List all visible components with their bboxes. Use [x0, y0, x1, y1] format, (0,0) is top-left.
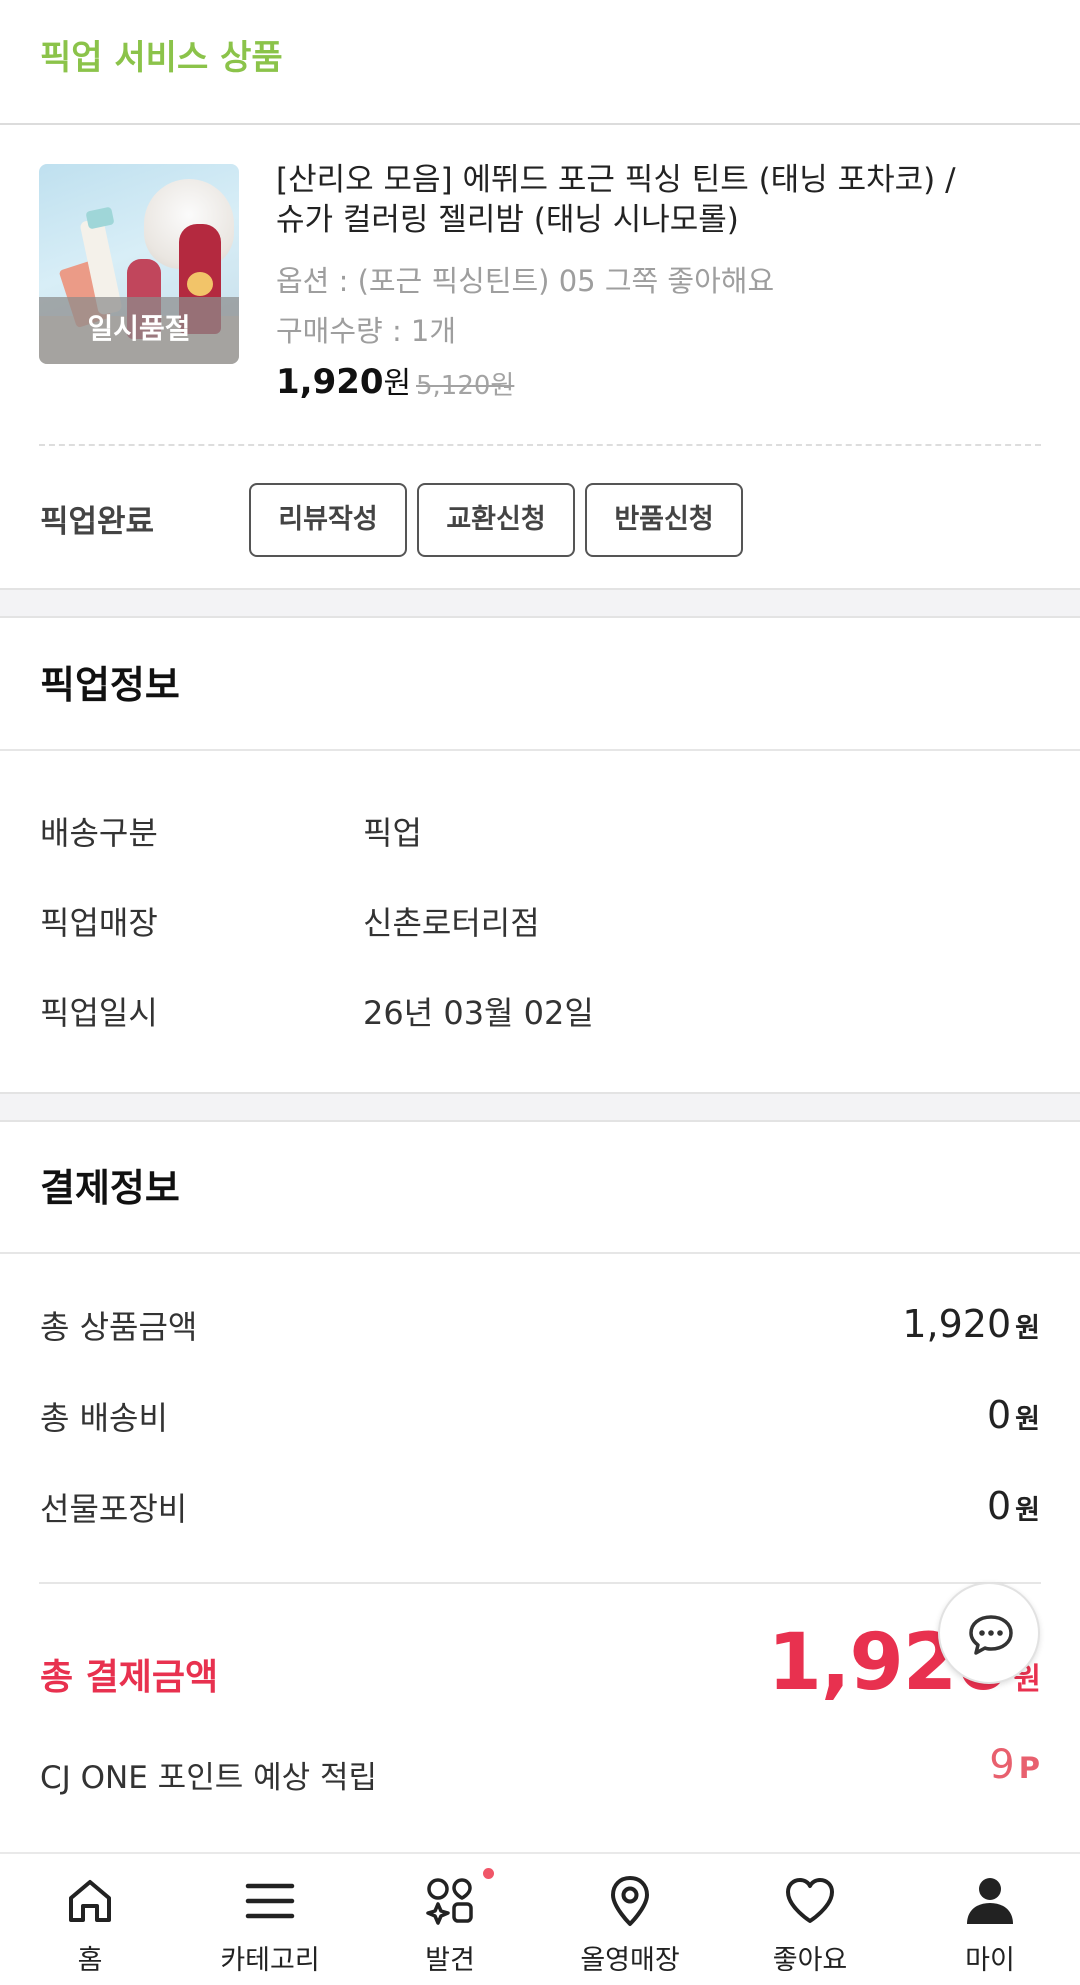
delivery-type-label: 배송구분	[40, 814, 158, 852]
order-status: 픽업완료	[40, 504, 155, 540]
tab-label: 홈	[77, 1945, 103, 1976]
total-payment-label: 총 결제금액	[40, 1657, 219, 1698]
divider	[0, 1252, 1080, 1254]
product-option: 옵션 : (포근 픽싱틴트) 05 그쪽 좋아해요	[276, 264, 775, 298]
tab-label: 카테고리	[220, 1945, 320, 1976]
section-gap	[0, 588, 1080, 618]
cj-one-points-label: CJ ONE 포인트 예상 적립	[40, 1760, 378, 1796]
product-total-label: 총 상품금액	[40, 1308, 198, 1346]
pickup-info-title: 픽업정보	[40, 663, 180, 707]
tab-likes[interactable]: 좋아요	[720, 1854, 900, 1985]
chat-button[interactable]	[938, 1582, 1040, 1684]
section-gap	[0, 1092, 1080, 1122]
tab-label: 마이	[965, 1945, 1015, 1976]
write-review-button[interactable]: 리뷰작성	[249, 483, 407, 557]
person-icon	[967, 1878, 1013, 1924]
payment-info-title: 결제정보	[40, 1166, 180, 1210]
tab-category[interactable]: 카테고리	[180, 1854, 360, 1985]
tab-label: 좋아요	[772, 1945, 848, 1976]
product-price: 1,920원	[276, 358, 411, 402]
tab-my[interactable]: 마이	[900, 1854, 1080, 1985]
menu-icon	[245, 1883, 295, 1919]
product-quantity: 구매수량 : 1개	[276, 314, 457, 348]
return-request-button[interactable]: 반품신청	[585, 483, 743, 557]
discover-icon	[426, 1878, 473, 1925]
shipping-fee-value: 0원	[986, 1393, 1040, 1437]
gift-wrap-fee-value: 0원	[986, 1484, 1040, 1528]
pickup-date-label: 픽업일시	[40, 994, 158, 1032]
gift-wrap-fee-label: 선물포장비	[40, 1490, 188, 1528]
original-price: 5,120원	[416, 371, 515, 401]
divider	[0, 123, 1080, 125]
dashed-divider	[39, 444, 1041, 446]
tab-home[interactable]: 홈	[0, 1854, 180, 1985]
shipping-fee-label: 총 배송비	[40, 1399, 168, 1437]
heart-icon	[786, 1878, 834, 1923]
delivery-type-value: 픽업	[363, 814, 422, 852]
pickup-store-label: 픽업매장	[40, 904, 158, 942]
product-name[interactable]: [산리오 모음] 에뛰드 포근 픽싱 틴트 (태닝 포차코) / 슈가 컬러링 …	[276, 160, 956, 240]
soldout-badge: 일시품절	[39, 297, 239, 364]
divider	[39, 1582, 1041, 1584]
notification-dot	[483, 1868, 494, 1879]
tab-store[interactable]: 올영매장	[540, 1854, 720, 1985]
product-image[interactable]: 일시품절	[39, 164, 239, 364]
tab-label: 올영매장	[580, 1945, 680, 1976]
price-value: 1,920	[276, 362, 384, 402]
tab-label: 발견	[425, 1945, 475, 1976]
home-icon	[69, 1880, 111, 1922]
location-pin-icon	[611, 1876, 649, 1926]
tab-discover[interactable]: 발견	[360, 1854, 540, 1985]
exchange-request-button[interactable]: 교환신청	[417, 483, 575, 557]
section-title: 픽업 서비스 상품	[40, 38, 283, 78]
pickup-store-value: 신촌로터리점	[363, 904, 540, 942]
divider	[0, 749, 1080, 751]
bottom-tab-bar: 홈 카테고리 발견 올영매장 좋아요 마이	[0, 1852, 1080, 1985]
product-total-value: 1,920 원	[902, 1302, 1040, 1346]
cj-one-points-value: 9P	[989, 1742, 1040, 1788]
pickup-date-value: 26년 03월 02일	[363, 994, 594, 1032]
chat-bubble-icon	[969, 1615, 1013, 1655]
price-unit: 원	[383, 366, 412, 401]
